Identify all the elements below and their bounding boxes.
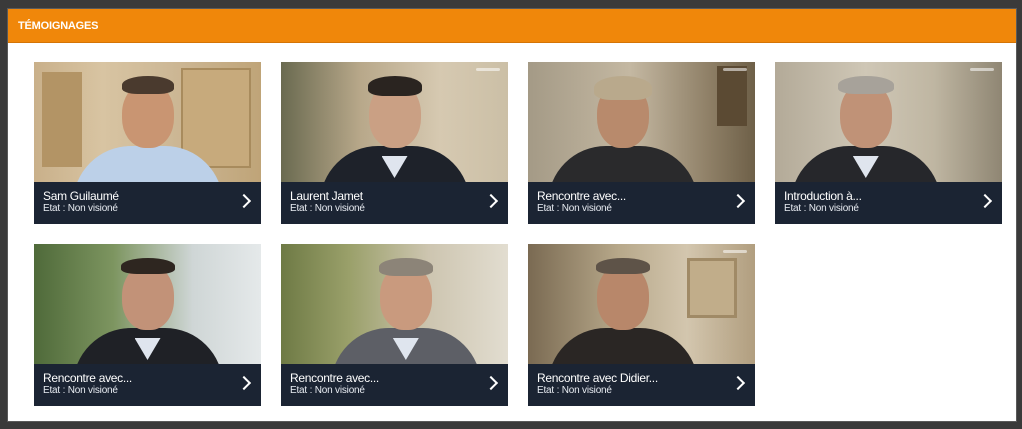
video-thumbnail: [34, 244, 261, 364]
video-card[interactable]: Sam Guilaumé Etat : Non visioné: [34, 62, 261, 224]
video-caption: Rencontre avec... Etat : Non visioné: [528, 182, 755, 224]
chevron-right-icon[interactable]: [730, 193, 746, 209]
video-card[interactable]: Rencontre avec... Etat : Non visioné: [528, 62, 755, 224]
video-caption: Introduction à... Etat : Non visioné: [775, 182, 1002, 224]
section-title: Témoignages: [8, 9, 1016, 43]
video-status: Etat : Non visioné: [290, 203, 365, 214]
video-card[interactable]: Laurent Jamet Etat : Non visioné: [281, 62, 508, 224]
video-caption: Sam Guilaumé Etat : Non visioné: [34, 182, 261, 224]
video-title: Rencontre avec...: [43, 371, 132, 385]
video-caption: Rencontre avec... Etat : Non visioné: [34, 364, 261, 406]
watermark-icon: [970, 68, 994, 71]
video-title: Rencontre avec...: [537, 189, 626, 203]
video-thumbnail: [281, 62, 508, 182]
video-title: Sam Guilaumé: [43, 189, 119, 203]
video-caption: Rencontre avec... Etat : Non visioné: [281, 364, 508, 406]
video-thumbnail: [528, 244, 755, 364]
chevron-right-icon[interactable]: [730, 375, 746, 391]
watermark-icon: [476, 68, 500, 71]
video-status: Etat : Non visioné: [537, 385, 612, 396]
video-thumbnail: [775, 62, 1002, 182]
video-thumbnail: [281, 244, 508, 364]
video-title: Introduction à...: [784, 189, 862, 203]
video-status: Etat : Non visioné: [43, 203, 118, 214]
video-title: Laurent Jamet: [290, 189, 363, 203]
watermark-icon: [723, 68, 747, 71]
testimonials-panel: Témoignages Sam Guilaumé Etat : Non visi…: [7, 8, 1017, 422]
chevron-right-icon[interactable]: [483, 193, 499, 209]
video-card[interactable]: Rencontre avec... Etat : Non visioné: [281, 244, 508, 406]
video-title: Rencontre avec Didier...: [537, 371, 658, 385]
video-title: Rencontre avec...: [290, 371, 379, 385]
video-card[interactable]: Rencontre avec Didier... Etat : Non visi…: [528, 244, 755, 406]
chevron-right-icon[interactable]: [483, 375, 499, 391]
video-caption: Rencontre avec Didier... Etat : Non visi…: [528, 364, 755, 406]
video-card[interactable]: Rencontre avec... Etat : Non visioné: [34, 244, 261, 406]
chevron-right-icon[interactable]: [236, 193, 252, 209]
video-status: Etat : Non visioné: [784, 203, 859, 214]
video-status: Etat : Non visioné: [537, 203, 612, 214]
video-status: Etat : Non visioné: [43, 385, 118, 396]
watermark-icon: [723, 250, 747, 253]
video-thumbnail: [528, 62, 755, 182]
video-grid: Sam Guilaumé Etat : Non visioné Laurent …: [34, 62, 1002, 406]
video-thumbnail: [34, 62, 261, 182]
chevron-right-icon[interactable]: [977, 193, 993, 209]
video-caption: Laurent Jamet Etat : Non visioné: [281, 182, 508, 224]
video-status: Etat : Non visioné: [290, 385, 365, 396]
video-card[interactable]: Introduction à... Etat : Non visioné: [775, 62, 1002, 224]
chevron-right-icon[interactable]: [236, 375, 252, 391]
